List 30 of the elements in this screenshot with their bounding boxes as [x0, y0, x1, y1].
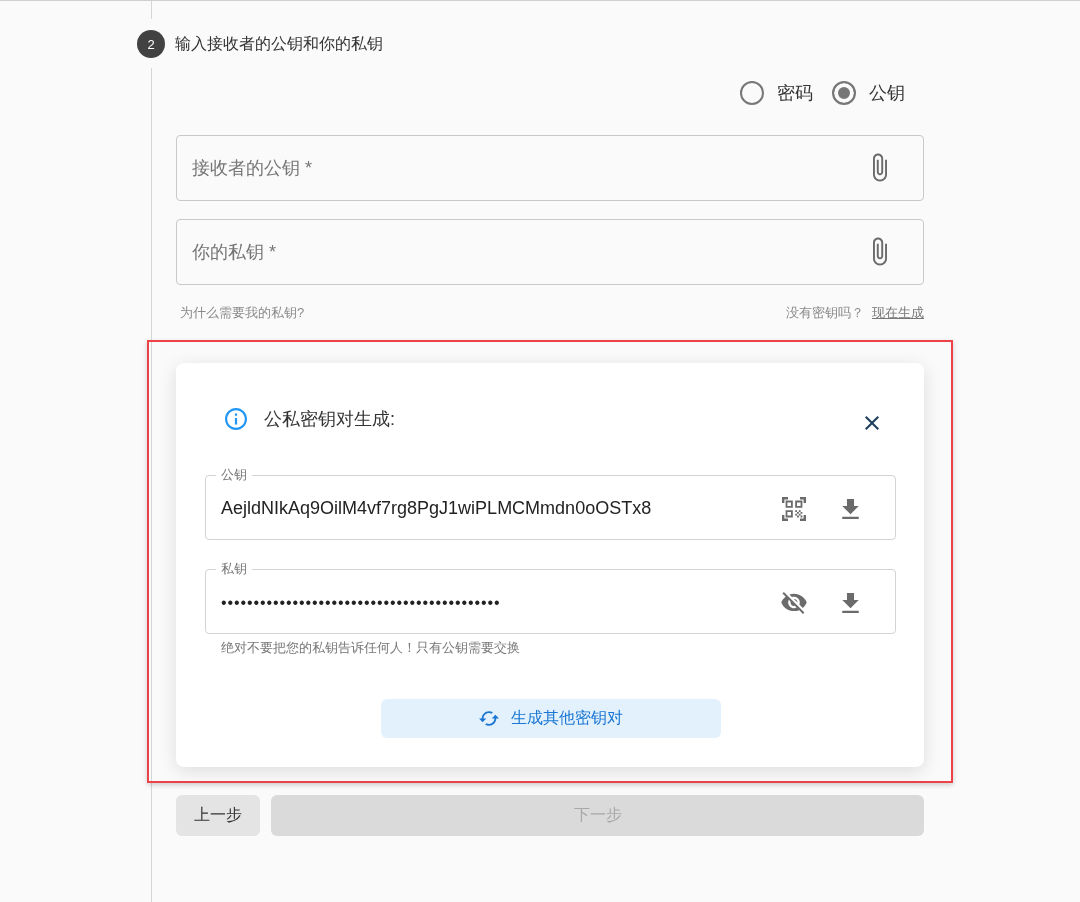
private-key-field[interactable]: 私钥 ••••••••••••••••••••••••••••••••••••••••••• [205, 560, 896, 634]
radio-icon[interactable] [832, 81, 856, 105]
mode-radio-option[interactable]: 密码 [740, 81, 813, 105]
no-key-prompt: 没有密钥吗？ [786, 304, 864, 322]
step-title: 输入接收者的公钥和你的私钥 [175, 33, 383, 54]
paperclip-icon[interactable] [872, 153, 888, 182]
public-key-value: AejldNIkAq9OilM4vf7rg8PgJ1wiPLMCMmdn0oOSTx8 [221, 498, 652, 519]
generate-now-link[interactable]: 现在生成 [872, 304, 924, 322]
public-key-label: 公钥 [220, 466, 248, 484]
private-key-label: 私钥 [220, 560, 248, 578]
help-question[interactable]: 为什么需要我的私钥? [180, 304, 305, 322]
previous-step-button[interactable]: 上一步 [176, 795, 260, 836]
qr-code-icon[interactable] [782, 496, 806, 521]
mode-radio-option[interactable]: 公钥 [832, 81, 905, 105]
radio-icon[interactable] [740, 81, 764, 105]
step-number: 2 [137, 30, 165, 58]
info-icon [225, 408, 247, 430]
download-icon[interactable] [841, 592, 860, 613]
public-key-field[interactable]: 公钥 AejldNIkAq9OilM4vf7rg8PgJ1wiPLMCMmdn0oOSTx8 [205, 466, 896, 540]
eye-off-icon[interactable] [781, 591, 807, 614]
private-key-value: ••••••••••••••••••••••••••••••••••••••••••• [221, 593, 501, 612]
recipient-public-key-input[interactable]: 接收者的公钥 * [176, 135, 924, 201]
refresh-icon [478, 711, 499, 726]
regenerate-keypair-button[interactable]: 生成其他密钥对 [380, 699, 721, 738]
private-key-input[interactable]: 你的私钥 * [176, 219, 924, 285]
download-icon[interactable] [841, 498, 860, 519]
paperclip-icon[interactable] [872, 237, 888, 266]
private-key-warning: 绝对不要把您的私钥告诉任何人！只有公钥需要交换 [220, 639, 520, 657]
close-icon[interactable] [865, 416, 879, 430]
card-title: 公私密钥对生成: [264, 408, 395, 431]
